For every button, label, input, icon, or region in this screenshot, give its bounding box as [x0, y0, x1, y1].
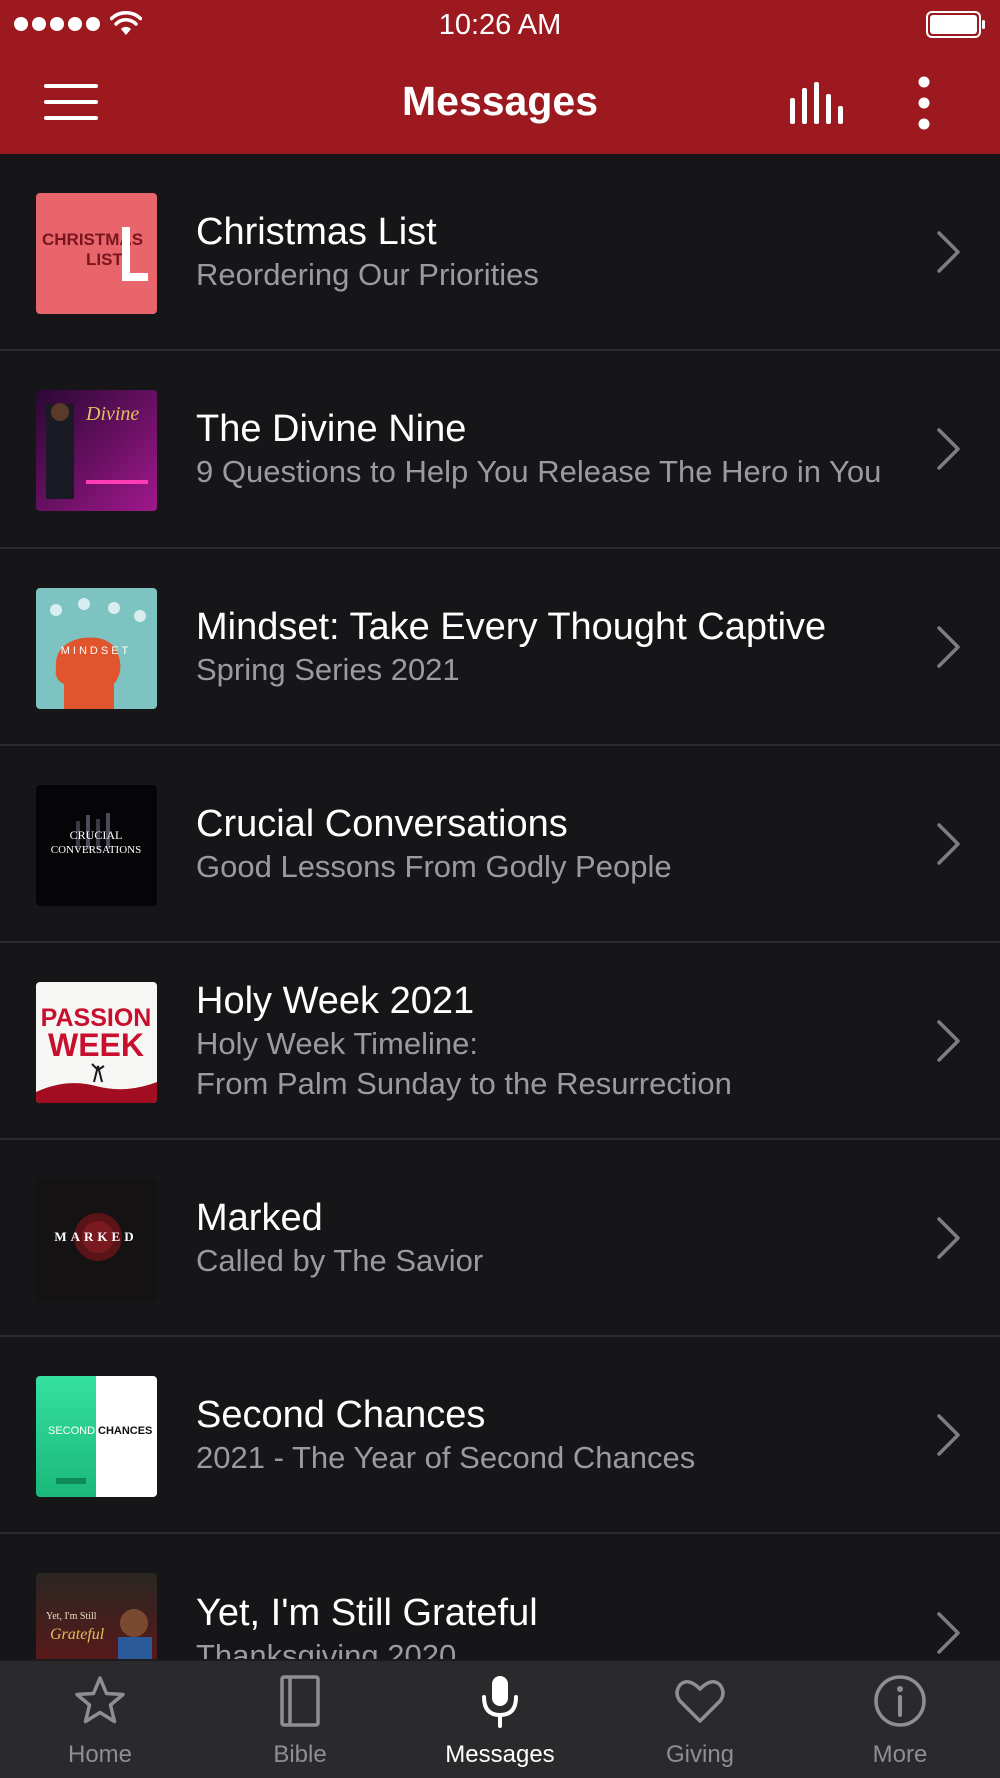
series-thumbnail: PASSION WEEK [36, 982, 157, 1103]
list-item[interactable]: SECOND CHANCES Second Chances 2021 - The… [0, 1337, 1000, 1534]
series-thumbnail: Yet, I'm Still Grateful [36, 1573, 157, 1659]
tab-label: Home [67, 1741, 133, 1768]
series-thumbnail: CHRISTMAS LIST [36, 193, 157, 314]
series-thumbnail: SECOND CHANCES [36, 1376, 157, 1497]
page-title: Messages [401, 78, 598, 124]
svg-text:MINDSET: MINDSET [61, 645, 132, 657]
list-item[interactable]: CHRISTMAS LIST Christmas List Reordering… [0, 154, 1000, 351]
chevron-right-icon [937, 428, 960, 470]
series-thumbnail: Divine [36, 390, 157, 511]
chevron-right-icon [937, 625, 960, 668]
tab-label: Giving [665, 1741, 735, 1768]
series-subtitle: Called by The Savior [196, 1242, 484, 1278]
svg-text:LIST: LIST [86, 250, 123, 269]
series-title: The Divine Nine [196, 408, 467, 450]
series-subtitle: 2021 - The Year of Second Chances [196, 1439, 696, 1475]
svg-text:Divine: Divine [85, 403, 139, 425]
chevron-right-icon [937, 1019, 960, 1062]
svg-text:Grateful: Grateful [50, 1626, 105, 1643]
series-title: Second Chances [196, 1393, 486, 1436]
microphone-icon [482, 1676, 518, 1728]
series-subtitle: Holy Week Timeline: From Palm Sunday to … [196, 1025, 732, 1101]
tab-more[interactable]: More [800, 1661, 1000, 1778]
series-subtitle: Reordering Our Priorities [196, 256, 539, 292]
series-title: Yet, I'm Still Grateful [196, 1591, 538, 1634]
list-item[interactable]: Yet, I'm Still Grateful Yet, I'm Still G… [0, 1534, 1000, 1659]
list-item[interactable]: MINDSET Mindset: Take Every Thought Capt… [0, 549, 1000, 746]
svg-text:CRUCIAL: CRUCIAL [70, 828, 123, 842]
series-subtitle: Good Lessons From Godly People [196, 848, 672, 884]
series-subtitle: Thanksgiving 2020 [196, 1637, 457, 1660]
more-vertical-icon[interactable] [908, 76, 940, 130]
tab-home[interactable]: Home [0, 1661, 200, 1778]
series-thumbnail: MINDSET [36, 588, 157, 709]
svg-text:MARKED: MARKED [54, 1229, 137, 1244]
svg-text:CHANCES: CHANCES [98, 1425, 152, 1437]
chevron-right-icon [937, 230, 960, 273]
heart-icon [675, 1680, 725, 1723]
list-item[interactable]: MARKED Marked Called by The Savior [0, 1140, 1000, 1337]
chevron-right-icon [937, 1216, 960, 1259]
tab-label: Messages [445, 1741, 555, 1768]
series-subtitle: Spring Series 2021 [196, 651, 460, 687]
tab-giving[interactable]: Giving [600, 1661, 800, 1778]
series-thumbnail: MARKED [36, 1179, 157, 1300]
app-header: 10:26 AM Messages [0, 0, 1000, 154]
svg-text:WEEK: WEEK [48, 1027, 144, 1063]
svg-text:Yet, I'm Still: Yet, I'm Still [46, 1611, 97, 1622]
star-icon [75, 1676, 125, 1724]
series-title: Holy Week 2021 [196, 979, 475, 1022]
chevron-right-icon [937, 1413, 960, 1456]
battery-icon [926, 11, 985, 38]
book-icon [280, 1675, 320, 1727]
series-title: Marked [196, 1196, 323, 1239]
chevron-right-icon [937, 1611, 960, 1654]
bottom-tab-bar: Home Bible Messages Giving More [0, 1659, 1000, 1778]
series-subtitle: 9 Questions to Help You Release The Hero… [196, 454, 882, 489]
list-item[interactable]: Divine The Divine Nine 9 Questions to He… [0, 351, 1000, 549]
navigation-bar: Messages [0, 50, 1000, 154]
info-icon [874, 1675, 926, 1727]
audio-bars-icon[interactable] [788, 82, 846, 124]
tab-label: Bible [273, 1741, 327, 1768]
svg-text:SECOND: SECOND [48, 1425, 95, 1437]
message-series-list: CHRISTMAS LIST Christmas List Reordering… [0, 154, 1000, 1659]
tab-label: More [872, 1741, 928, 1768]
list-item[interactable]: PASSION WEEK Holy Week 2021 Holy Week Ti… [0, 943, 1000, 1140]
series-title: Crucial Conversations [196, 802, 568, 845]
chevron-right-icon [937, 822, 960, 865]
series-title: Mindset: Take Every Thought Captive [196, 605, 827, 648]
svg-text:CONVERSATIONS: CONVERSATIONS [51, 844, 141, 856]
list-item[interactable]: CRUCIAL CONVERSATIONS Crucial Conversati… [0, 746, 1000, 943]
tab-messages[interactable]: Messages [400, 1661, 600, 1778]
status-time: 10:26 AM [438, 9, 562, 41]
tab-bible[interactable]: Bible [200, 1661, 400, 1778]
series-title: Christmas List [196, 210, 437, 253]
status-bar: 10:26 AM [0, 0, 1000, 50]
series-thumbnail: CRUCIAL CONVERSATIONS [36, 785, 157, 906]
